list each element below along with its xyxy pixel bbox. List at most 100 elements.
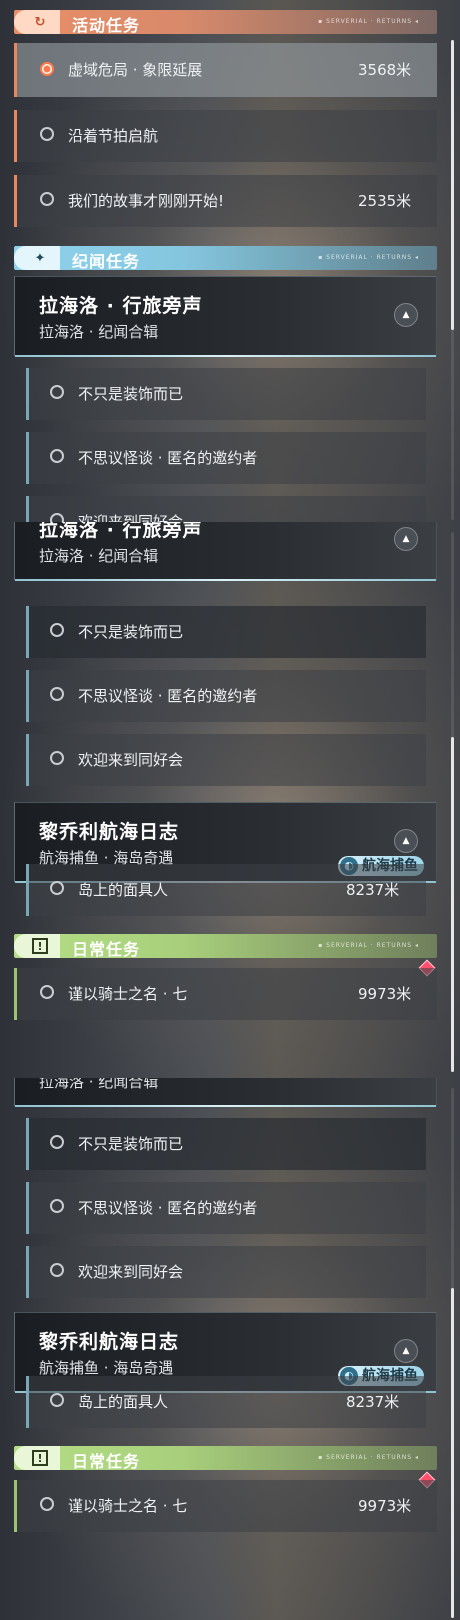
quest-accent-bar — [26, 368, 29, 420]
quest-accent-bar — [14, 175, 17, 227]
chevron-up-icon[interactable]: ▲ — [394, 829, 418, 853]
category-legend[interactable]: ✦ 纪闻任务 ▪ SERVERIAL · RETURNS ◂ — [14, 246, 437, 271]
quest-item[interactable]: 我们的故事才刚刚开始! 2535米 — [14, 175, 437, 227]
quest-item[interactable]: 岛上的面具人 8237米 — [26, 864, 426, 916]
group-subtitle: 拉海洛 · 纪闻合辑 — [39, 547, 159, 565]
quest-distance: 8237米 — [346, 881, 400, 899]
category-label: 纪闻任务 — [72, 252, 141, 271]
group-title: 黎乔利航海日志 — [39, 821, 180, 843]
quest-distance: 2535米 — [358, 192, 412, 210]
quest-item[interactable]: 欢迎来到同好会 — [26, 734, 426, 786]
quest-name: 虚域危局 · 象限延展 — [68, 61, 203, 79]
group-title: 黎乔利航海日志 — [39, 1331, 180, 1353]
quest-accent-bar — [26, 734, 29, 786]
category-decoration: ▪ SERVERIAL · RETURNS ◂ — [318, 18, 419, 25]
category-daily[interactable]: ! 日常任务 ▪ SERVERIAL · RETURNS ◂ — [14, 1446, 437, 1471]
quest-name: 谨以骑士之名 · 七 — [68, 985, 188, 1003]
quest-accent-bar — [14, 1480, 17, 1532]
quest-group-header[interactable]: 拉海洛 · 行旅旁声 拉海洛 · 纪闻合辑 ▲ — [14, 1078, 437, 1107]
quest-accent-bar — [26, 1118, 29, 1170]
scrollbar-thumb[interactable] — [451, 737, 454, 1072]
quest-accent-bar — [26, 864, 29, 916]
radio-circle-icon — [50, 1199, 64, 1213]
exclamation-box-icon: ! — [32, 938, 48, 954]
header-underline — [15, 1105, 436, 1107]
quest-item[interactable]: 不思议怪谈 · 匿名的邀约者 — [26, 1182, 426, 1234]
quest-name: 欢迎来到同好会 — [78, 513, 184, 522]
quest-name: 我们的故事才刚刚开始! — [68, 192, 225, 210]
quest-item[interactable]: 谨以骑士之名 · 七 9973米 — [14, 1480, 437, 1532]
radio-circle-icon — [50, 1135, 64, 1149]
quest-distance: 9973米 — [358, 1497, 412, 1515]
scrollbar-thumb[interactable] — [451, 1288, 454, 1618]
quest-panel-bottom: 拉海洛 · 行旅旁声 拉海洛 · 纪闻合辑 ▲ 不只是装饰而已 不思议怪谈 · … — [0, 1078, 460, 1620]
quest-panel-middle: 拉海洛 · 行旅旁声 拉海洛 · 纪闻合辑 ▲ 不只是装饰而已 不思议怪谈 · … — [0, 522, 460, 1078]
quest-item[interactable]: 不只是装饰而已 — [26, 606, 426, 658]
quest-item[interactable]: 岛上的面具人 8237米 — [26, 1376, 426, 1428]
category-decoration: ▪ SERVERIAL · RETURNS ◂ — [318, 254, 419, 261]
quest-distance: 8237米 — [346, 1393, 400, 1411]
quest-name: 欢迎来到同好会 — [78, 751, 184, 769]
group-subtitle: 拉海洛 · 纪闻合辑 — [39, 1078, 159, 1091]
quest-accent-bar — [26, 496, 29, 522]
category-label: 日常任务 — [72, 1452, 141, 1471]
group-title: 拉海洛 · 行旅旁声 — [39, 295, 203, 317]
quest-name: 不思议怪谈 · 匿名的邀约者 — [78, 449, 258, 467]
star-sparkle-icon: ✦ — [34, 250, 46, 266]
quest-name: 不思议怪谈 · 匿名的邀约者 — [78, 687, 258, 705]
chevron-up-icon[interactable]: ▲ — [394, 527, 418, 551]
quest-item[interactable]: 沿着节拍启航 — [14, 110, 437, 162]
quest-item[interactable]: 谨以骑士之名 · 七 9973米 — [14, 968, 437, 1020]
radio-circle-icon — [50, 513, 64, 522]
quest-accent-bar — [26, 1182, 29, 1234]
quest-accent-bar — [26, 670, 29, 722]
radio-circle-icon — [50, 881, 64, 895]
radio-circle-icon — [50, 385, 64, 399]
quest-accent-bar — [26, 1376, 29, 1428]
quest-panel-top: ↻ 活动任务 ▪ SERVERIAL · RETURNS ◂ 虚域危局 · 象限… — [0, 0, 460, 522]
quest-name: 岛上的面具人 — [78, 881, 169, 899]
radio-circle-icon — [50, 687, 64, 701]
category-activity[interactable]: ↻ 活动任务 ▪ SERVERIAL · RETURNS ◂ — [14, 10, 437, 35]
quest-name: 欢迎来到同好会 — [78, 1263, 184, 1281]
radio-circle-icon — [40, 192, 54, 206]
quest-accent-bar — [14, 43, 17, 97]
category-daily[interactable]: ! 日常任务 ▪ SERVERIAL · RETURNS ◂ — [14, 934, 437, 959]
radio-circle-icon — [50, 623, 64, 637]
quest-item[interactable]: 不思议怪谈 · 匿名的邀约者 — [26, 432, 426, 484]
header-underline — [15, 355, 436, 357]
quest-name: 岛上的面具人 — [78, 1393, 169, 1411]
quest-name: 沿着节拍启航 — [68, 127, 159, 145]
quest-name: 不只是装饰而已 — [78, 385, 184, 403]
quest-distance: 9973米 — [358, 985, 412, 1003]
quest-distance: 3568米 — [358, 61, 412, 79]
quest-group-header[interactable]: 拉海洛 · 行旅旁声 拉海洛 · 纪闻合辑 ▲ — [14, 276, 437, 357]
quest-item[interactable]: 虚域危局 · 象限延展 3568米 — [14, 43, 437, 97]
exclamation-box-icon: ! — [32, 1450, 48, 1466]
radio-circle-icon — [40, 62, 54, 76]
radio-circle-icon — [50, 1393, 64, 1407]
quest-accent-bar — [26, 1246, 29, 1298]
category-label: 日常任务 — [72, 940, 141, 959]
quest-item[interactable]: 欢迎来到同好会 — [26, 1246, 426, 1298]
quest-group-header[interactable]: 拉海洛 · 行旅旁声 拉海洛 · 纪闻合辑 ▲ — [14, 522, 437, 581]
refresh-arrow-icon: ↻ — [34, 14, 46, 30]
quest-item[interactable]: 不只是装饰而已 — [26, 1118, 426, 1170]
radio-circle-icon — [40, 985, 54, 999]
quest-accent-bar — [14, 968, 17, 1020]
chevron-up-icon[interactable]: ▲ — [394, 1339, 418, 1363]
radio-circle-icon — [40, 1497, 54, 1511]
header-underline — [15, 579, 436, 581]
radio-circle-icon — [50, 1263, 64, 1277]
group-subtitle: 航海捕鱼 · 海岛奇遇 — [39, 1359, 174, 1377]
quest-item[interactable]: 欢迎来到同好会 — [26, 496, 426, 522]
quest-name: 不只是装饰而已 — [78, 623, 184, 641]
quest-item[interactable]: 不思议怪谈 · 匿名的邀约者 — [26, 670, 426, 722]
radio-circle-icon — [50, 449, 64, 463]
category-decoration: ▪ SERVERIAL · RETURNS ◂ — [318, 1454, 419, 1461]
quest-accent-bar — [26, 606, 29, 658]
chevron-up-icon[interactable]: ▲ — [394, 303, 418, 327]
quest-item[interactable]: 不只是装饰而已 — [26, 368, 426, 420]
scrollbar-thumb[interactable] — [451, 40, 454, 330]
radio-circle-icon — [50, 751, 64, 765]
